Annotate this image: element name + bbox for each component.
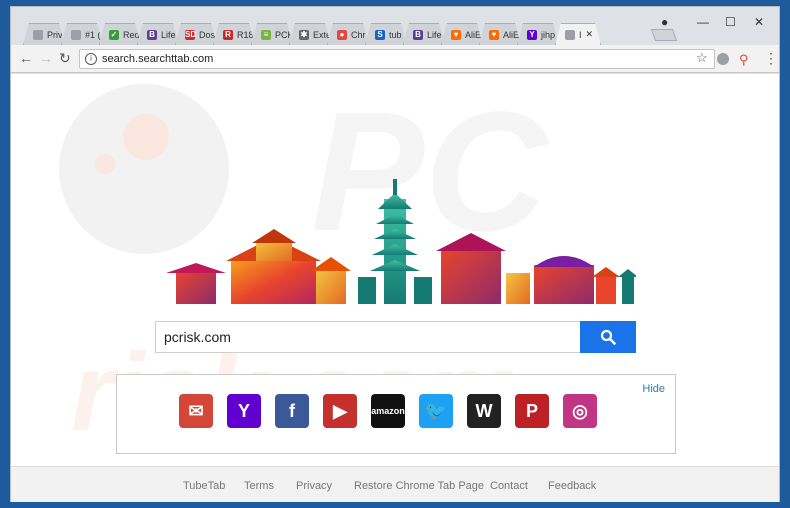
new-tab-button[interactable] — [650, 29, 678, 41]
tab-favicon-icon: ✱ — [300, 29, 308, 39]
tab-favicon-icon: ● — [337, 30, 347, 40]
tab-label: Life — [161, 29, 176, 40]
tab-label: Priv — [47, 29, 63, 40]
browser-tab[interactable]: I ✕ — [555, 23, 601, 45]
browser-tab[interactable]: ✱ Exte — [289, 23, 331, 45]
watermark-dot — [123, 114, 169, 160]
amazon-tile-icon[interactable]: amazon — [371, 394, 405, 428]
tab-favicon-icon: R — [223, 30, 233, 40]
desktop-background: Priv #1 (✓ Red B Life SD Dos R R18 ≡ PCK ✱ Exte ● Chr S… — [0, 0, 790, 508]
tab-label: #1 ( — [85, 29, 101, 40]
info-icon[interactable]: i — [85, 53, 97, 65]
reload-icon[interactable]: ↻ — [59, 50, 71, 67]
tab-label: Life — [427, 29, 442, 40]
gmail-tile-icon[interactable]: ✉ — [179, 394, 213, 428]
search-form — [155, 321, 636, 353]
browser-window: Priv #1 (✓ Red B Life SD Dos R R18 ≡ PCK ✱ Exte ● Chr S… — [10, 6, 780, 502]
facebook-tile-icon[interactable]: f — [275, 394, 309, 428]
minimize-icon[interactable]: — — [697, 15, 709, 29]
wikipedia-tile-icon[interactable]: W — [467, 394, 501, 428]
forward-arrow-icon[interactable]: → — [39, 50, 53, 66]
search-extension-icon[interactable]: ⚲ — [739, 52, 749, 68]
profile-icon[interactable]: ● — [661, 15, 668, 29]
tab-favicon-icon: SD — [185, 29, 197, 39]
browser-tab[interactable]: B Life — [137, 23, 179, 45]
title-bar: Priv #1 (✓ Red B Life SD Dos R R18 ≡ PCK ✱ Exte ● Chr S… — [11, 7, 779, 45]
tab-favicon-icon: B — [413, 30, 423, 40]
browser-tab[interactable]: ♥ AliE — [441, 23, 483, 45]
tab-favicon-icon: Y — [527, 30, 537, 40]
tab-label: PCK — [275, 29, 293, 40]
browser-tab[interactable]: Stub — [365, 23, 407, 45]
close-tab-icon[interactable]: ✕ — [585, 29, 593, 40]
search-icon — [600, 329, 616, 345]
tab-strip: Priv #1 (✓ Red B Life SD Dos R R18 ≡ PCK ✱ Exte ● Chr S… — [23, 23, 597, 45]
footer-link[interactable]: Feedback — [548, 480, 596, 492]
browser-tab[interactable]: ● Chr — [327, 23, 369, 45]
address-bar[interactable]: i search.searchttab.com — [79, 49, 715, 69]
search-input[interactable] — [155, 321, 581, 353]
bookmark-star-icon[interactable]: ☆ — [696, 50, 708, 66]
browser-tab[interactable]: SD Dos — [175, 23, 217, 45]
tab-favicon-icon: ≡ — [261, 30, 271, 40]
extension-icon[interactable] — [717, 53, 729, 65]
maximize-icon[interactable]: ☐ — [725, 15, 736, 29]
browser-tab[interactable]: Yjihp — [517, 23, 559, 45]
page-footer: TubeTab Terms Privacy Restore Chrome Tab Pa… — [11, 466, 779, 502]
tab-favicon-icon: ✓ — [110, 29, 118, 39]
browser-tab[interactable]: #1 ( — [61, 23, 103, 45]
tab-favicon-icon — [71, 30, 81, 40]
browser-tab[interactable]: B Life — [403, 23, 445, 45]
tab-favicon-icon: ♥ — [489, 30, 499, 40]
back-arrow-icon[interactable]: ← — [19, 50, 33, 66]
browser-menu-icon[interactable]: ⋮ — [764, 50, 778, 67]
youtube-tile-icon[interactable]: ▶ — [323, 394, 357, 428]
browser-tab[interactable]: ✓ Red — [99, 23, 141, 45]
tab-label: R18 — [237, 29, 254, 40]
browser-tab[interactable]: ≡ PCK — [251, 23, 293, 45]
browser-tab[interactable]: R R18 — [213, 23, 255, 45]
city-skyline-illustration — [166, 179, 636, 304]
footer-link[interactable]: Privacy — [296, 480, 332, 492]
twitter-tile-icon[interactable]: 🐦 — [419, 394, 453, 428]
tab-favicon-icon: S — [375, 30, 385, 40]
tab-label: Chr — [351, 29, 366, 40]
tab-label: Dos — [199, 29, 216, 40]
tab-favicon-icon — [33, 30, 43, 40]
tab-label: I — [579, 29, 582, 40]
search-button[interactable] — [580, 321, 636, 353]
tab-label: Exte — [313, 29, 331, 40]
tab-favicon-icon — [565, 30, 575, 40]
footer-link[interactable]: Terms — [244, 480, 274, 492]
yahoo-tile-icon[interactable]: Y — [227, 394, 261, 428]
address-url: search.searchttab.com — [102, 53, 214, 65]
tab-label: tub — [389, 29, 402, 40]
instagram-tile-icon[interactable]: ◎ — [563, 394, 597, 428]
browser-tab[interactable]: Priv — [23, 23, 65, 45]
pinterest-tile-icon[interactable]: P — [515, 394, 549, 428]
browser-tab[interactable]: ♥ AliE — [479, 23, 521, 45]
footer-link[interactable]: Contact — [490, 480, 528, 492]
footer-link[interactable]: Restore Chrome Tab Page — [354, 480, 484, 492]
hide-link[interactable]: Hide — [642, 383, 665, 395]
page-viewport: PC risk.com — [11, 74, 779, 502]
tab-favicon-icon: ♥ — [451, 30, 461, 40]
tab-label: Red — [123, 29, 140, 40]
browser-toolbar: ← → ↻ i search.searchttab.com ☆ ⚲ ⋮ — [11, 45, 779, 73]
tab-label: jihp — [541, 29, 556, 40]
watermark-dot — [95, 154, 115, 174]
quick-links-panel: Hide ✉ Yf ▶ amazon 🐦 W P ◎ — [116, 374, 676, 454]
footer-link[interactable]: TubeTab — [183, 480, 225, 492]
tab-label: AliE — [465, 29, 482, 40]
close-window-icon[interactable]: ✕ — [754, 15, 764, 29]
tab-label: AliE — [503, 29, 520, 40]
tab-favicon-icon: B — [147, 30, 157, 40]
